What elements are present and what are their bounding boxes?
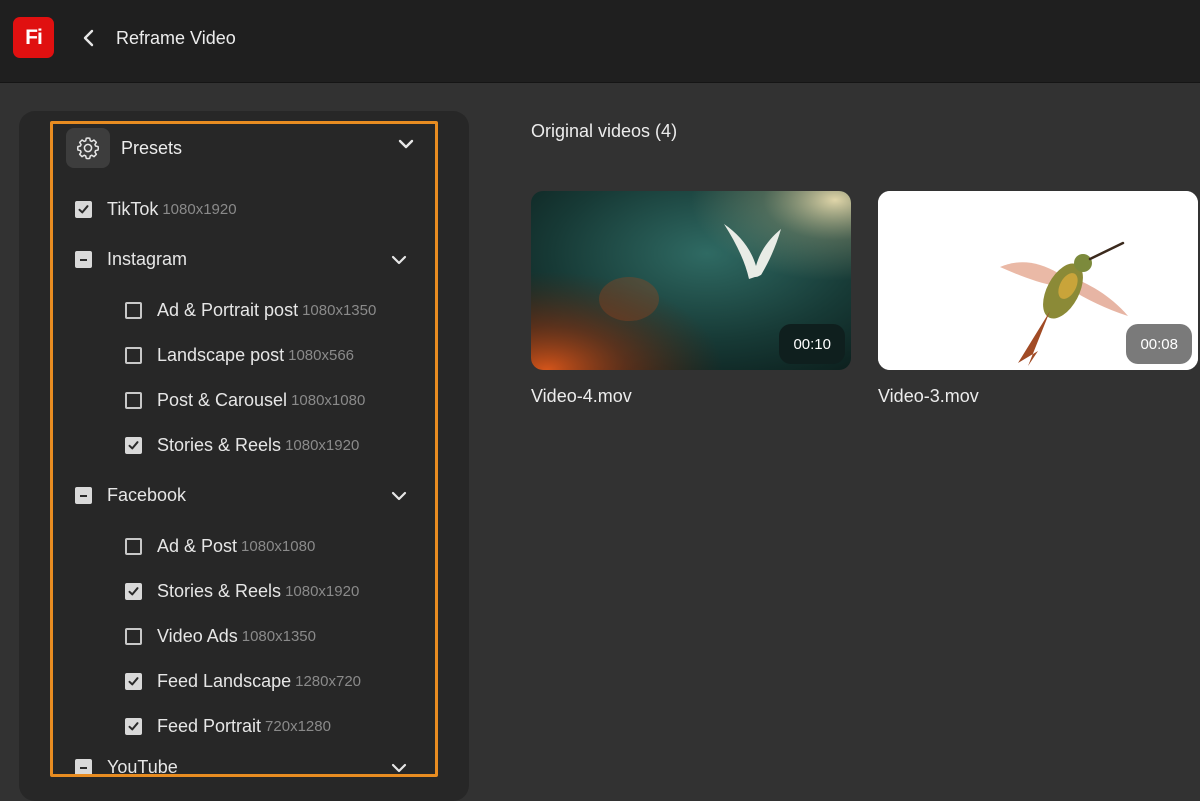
preset-label: TikTok: [107, 198, 159, 219]
checkbox[interactable]: [125, 346, 142, 364]
gear-icon: [76, 137, 100, 160]
section-title: Original videos (4): [531, 121, 678, 141]
video-thumbnail[interactable]: 00:08: [878, 191, 1198, 370]
checkbox[interactable]: [125, 301, 142, 319]
preset-group-tiktok[interactable]: TikTok 1080x1920: [75, 194, 237, 224]
preset-dimensions: 1080x1080: [291, 391, 366, 409]
preset-dimensions: 1080x1920: [285, 582, 360, 600]
presets-settings-button[interactable]: [66, 128, 110, 168]
preset-item[interactable]: Landscape post 1080x566: [125, 340, 354, 370]
checkmark-icon: [128, 586, 139, 595]
checkbox-indeterminate[interactable]: [75, 486, 92, 504]
app-logo: Fi: [13, 17, 54, 58]
preset-dimensions: 1080x1920: [162, 200, 237, 218]
preset-item[interactable]: Post & Carousel 1080x1080: [125, 385, 365, 415]
preset-group-youtube[interactable]: YouTube: [75, 752, 415, 777]
duration-badge: 00:10: [779, 324, 845, 364]
preset-item[interactable]: Feed Portrait 720x1280: [125, 711, 331, 741]
preset-dimensions: 1080x1920: [285, 436, 360, 454]
checkbox[interactable]: [125, 537, 142, 555]
chevron-down-icon[interactable]: [398, 138, 414, 150]
presets-highlight: Presets TikTok 1080x1920 Instagram Ad & …: [50, 121, 438, 777]
preset-item[interactable]: Ad & Post 1080x1080: [125, 531, 315, 561]
preset-dimensions: 720x1280: [265, 717, 331, 735]
checkbox-indeterminate[interactable]: [75, 758, 92, 774]
back-button[interactable]: [74, 22, 104, 54]
preset-label: Stories & Reels: [157, 434, 282, 455]
preset-label: Feed Portrait: [157, 715, 262, 736]
preset-label: Feed Landscape: [157, 670, 292, 691]
preset-dimensions: 1080x566: [288, 346, 355, 364]
preset-label: Stories & Reels: [157, 580, 282, 601]
chevron-down-icon[interactable]: [391, 762, 407, 774]
presets-header[interactable]: Presets: [53, 124, 435, 174]
checkbox[interactable]: [125, 717, 142, 735]
top-bar: Fi Reframe Video: [0, 0, 1200, 83]
preset-item[interactable]: Feed Landscape 1280x720: [125, 666, 361, 696]
presets-title: Presets: [121, 138, 183, 158]
checkmark-icon: [78, 204, 89, 213]
video-card[interactable]: 00:08 Video-3.mov: [878, 191, 1198, 407]
checkbox-indeterminate[interactable]: [75, 250, 92, 268]
preset-group-instagram[interactable]: Instagram: [75, 244, 415, 274]
preset-item[interactable]: Ad & Portrait post 1080x1350: [125, 295, 376, 325]
preset-label: Ad & Post: [157, 535, 238, 556]
preset-group-label: YouTube: [107, 756, 178, 777]
preset-label: Video Ads: [157, 625, 238, 646]
chevron-left-icon: [83, 29, 94, 47]
preset-label: Landscape post: [157, 344, 285, 365]
video-thumbnail[interactable]: 00:10: [531, 191, 851, 370]
duration-badge: 00:08: [1126, 324, 1192, 364]
checkbox[interactable]: [125, 436, 142, 454]
preset-dimensions: 1280x720: [295, 672, 362, 690]
checkbox[interactable]: [125, 582, 142, 600]
checkbox[interactable]: [125, 672, 142, 690]
preset-item[interactable]: Video Ads 1080x1350: [125, 621, 316, 651]
chevron-down-icon[interactable]: [391, 254, 407, 266]
preset-label: Post & Carousel: [157, 389, 288, 410]
checkmark-icon: [128, 440, 139, 449]
preset-label: Ad & Portrait post: [157, 299, 299, 320]
checkmark-icon: [128, 676, 139, 685]
presets-panel: Presets TikTok 1080x1920 Instagram Ad & …: [19, 111, 469, 801]
preset-dimensions: 1080x1350: [302, 301, 377, 319]
video-card[interactable]: 00:10 Video-4.mov: [531, 191, 851, 407]
preset-group-facebook[interactable]: Facebook: [75, 480, 415, 510]
chevron-down-icon[interactable]: [391, 490, 407, 502]
checkbox[interactable]: [75, 200, 92, 218]
page-title: Reframe Video: [116, 28, 236, 48]
preset-group-label: Facebook: [107, 484, 187, 505]
video-filename: Video-4.mov: [531, 386, 632, 406]
preset-group-label: Instagram: [107, 248, 188, 269]
preset-dimensions: 1080x1350: [241, 627, 316, 645]
preset-item[interactable]: Stories & Reels 1080x1920: [125, 430, 359, 460]
preset-item[interactable]: Stories & Reels 1080x1920: [125, 576, 359, 606]
checkmark-icon: [128, 721, 139, 730]
checkbox[interactable]: [125, 391, 142, 409]
checkbox[interactable]: [125, 627, 142, 645]
preset-dimensions: 1080x1080: [241, 537, 316, 555]
video-filename: Video-3.mov: [878, 386, 979, 406]
